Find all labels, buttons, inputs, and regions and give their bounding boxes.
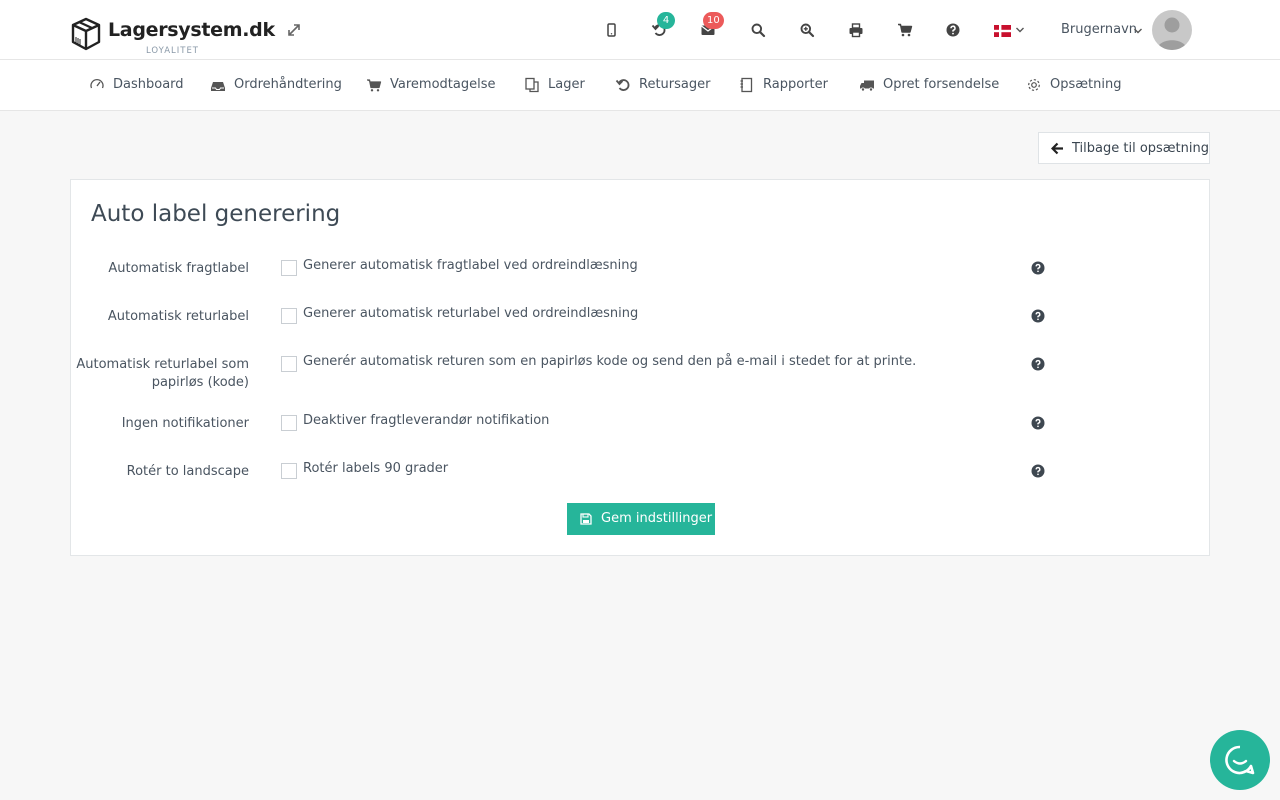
back-to-settings-button[interactable]: Tilbage til opsætning	[1038, 132, 1210, 164]
auto-return-label-text[interactable]: Generer automatisk returlabel ved ordrei…	[303, 306, 638, 321]
main-navigation: Dashboard Ordrehåndtering Varemodtagelse…	[0, 60, 1280, 111]
returns-badge: 4	[657, 12, 675, 29]
chevron-down-icon[interactable]	[1133, 26, 1143, 36]
help-icon[interactable]	[1031, 309, 1045, 323]
mobile-icon[interactable]	[601, 20, 621, 40]
nav-label: Ordrehåndtering	[234, 77, 342, 92]
avatar[interactable]	[1152, 10, 1192, 50]
nav-label: Retursager	[639, 77, 711, 92]
cart-icon	[367, 79, 382, 92]
disable-notifications-checkbox[interactable]	[281, 415, 297, 431]
help-icon[interactable]	[1031, 464, 1045, 478]
expand-icon[interactable]	[286, 22, 302, 38]
truck-icon	[860, 80, 874, 92]
brand-tagline: LOYALITET	[146, 46, 200, 56]
help-icon[interactable]	[1031, 357, 1045, 371]
danish-flag-icon[interactable]	[994, 25, 1011, 37]
auto-return-label-checkbox[interactable]	[281, 308, 297, 324]
nav-label: Rapporter	[763, 77, 828, 92]
rotate-labels-text[interactable]: Rotér labels 90 grader	[303, 461, 448, 476]
question-icon[interactable]	[943, 20, 963, 40]
auto-freight-label-text[interactable]: Generer automatisk fragtlabel ved ordrei…	[303, 258, 638, 273]
auto-freight-label-checkbox[interactable]	[281, 260, 297, 276]
nav-label: Lager	[548, 77, 585, 92]
help-icon[interactable]	[1031, 261, 1045, 275]
settings-panel: Auto label generering Automatisk fragtla…	[70, 179, 1210, 556]
row-label-paperless: Automatisk returlabel som papirløs (kode…	[76, 356, 249, 392]
cart-icon[interactable]	[895, 20, 915, 40]
row-label-fragtlabel: Automatisk fragtlabel	[108, 261, 249, 276]
chat-bubble-icon	[1225, 745, 1255, 775]
disable-notifications-text[interactable]: Deaktiver fragtleverandør notifikation	[303, 413, 549, 428]
arrow-left-icon	[1051, 142, 1063, 155]
print-icon[interactable]	[846, 20, 866, 40]
back-button-label: Tilbage til opsætning	[1072, 141, 1210, 156]
brand-logo[interactable]: Lagersystem.dk LOYALITET	[70, 17, 275, 57]
messages-badge: 10	[703, 12, 724, 29]
gear-icon	[1028, 79, 1040, 91]
dashboard-icon	[90, 78, 104, 89]
row-label-returlabel: Automatisk returlabel	[107, 309, 249, 324]
row-label-rotate: Rotér to landscape	[126, 464, 249, 479]
nav-label: Opsætning	[1050, 77, 1122, 92]
copy-icon	[525, 77, 539, 93]
nav-label: Opret forsendelse	[883, 77, 1000, 92]
row-label-line: Automatisk returlabel som	[76, 357, 249, 372]
save-settings-button[interactable]: Gem indstillinger	[567, 503, 715, 535]
nav-label: Dashboard	[113, 77, 184, 92]
help-icon[interactable]	[1031, 416, 1045, 430]
brand-name: Lagersystem.dk	[108, 19, 275, 41]
box-logo-icon	[71, 17, 101, 51]
undo-icon	[615, 79, 630, 91]
returns-undo-button[interactable]: 4	[649, 12, 675, 40]
zoom-in-icon[interactable]	[797, 20, 817, 40]
row-label-notifications: Ingen notifikationer	[121, 416, 249, 431]
save-button-label: Gem indstillinger	[601, 511, 713, 526]
username-dropdown[interactable]: Brugernavn	[1061, 22, 1137, 37]
chat-widget-button[interactable]	[1210, 730, 1270, 790]
messages-button[interactable]: 10	[698, 12, 724, 40]
notebook-icon	[740, 77, 753, 93]
row-label-line: papirløs (kode)	[151, 375, 249, 390]
page-title: Auto label generering	[91, 201, 341, 227]
save-icon	[580, 513, 592, 525]
top-bar: Lagersystem.dk LOYALITET 4 10 Brugernavn	[0, 0, 1280, 60]
rotate-labels-checkbox[interactable]	[281, 463, 297, 479]
nav-label: Varemodtagelse	[390, 77, 496, 92]
paperless-return-text[interactable]: Generér automatisk returen som en papirl…	[303, 354, 916, 369]
paperless-return-checkbox[interactable]	[281, 356, 297, 372]
inbox-icon	[211, 82, 225, 91]
search-icon[interactable]	[748, 20, 768, 40]
chevron-down-icon[interactable]	[1015, 25, 1025, 35]
